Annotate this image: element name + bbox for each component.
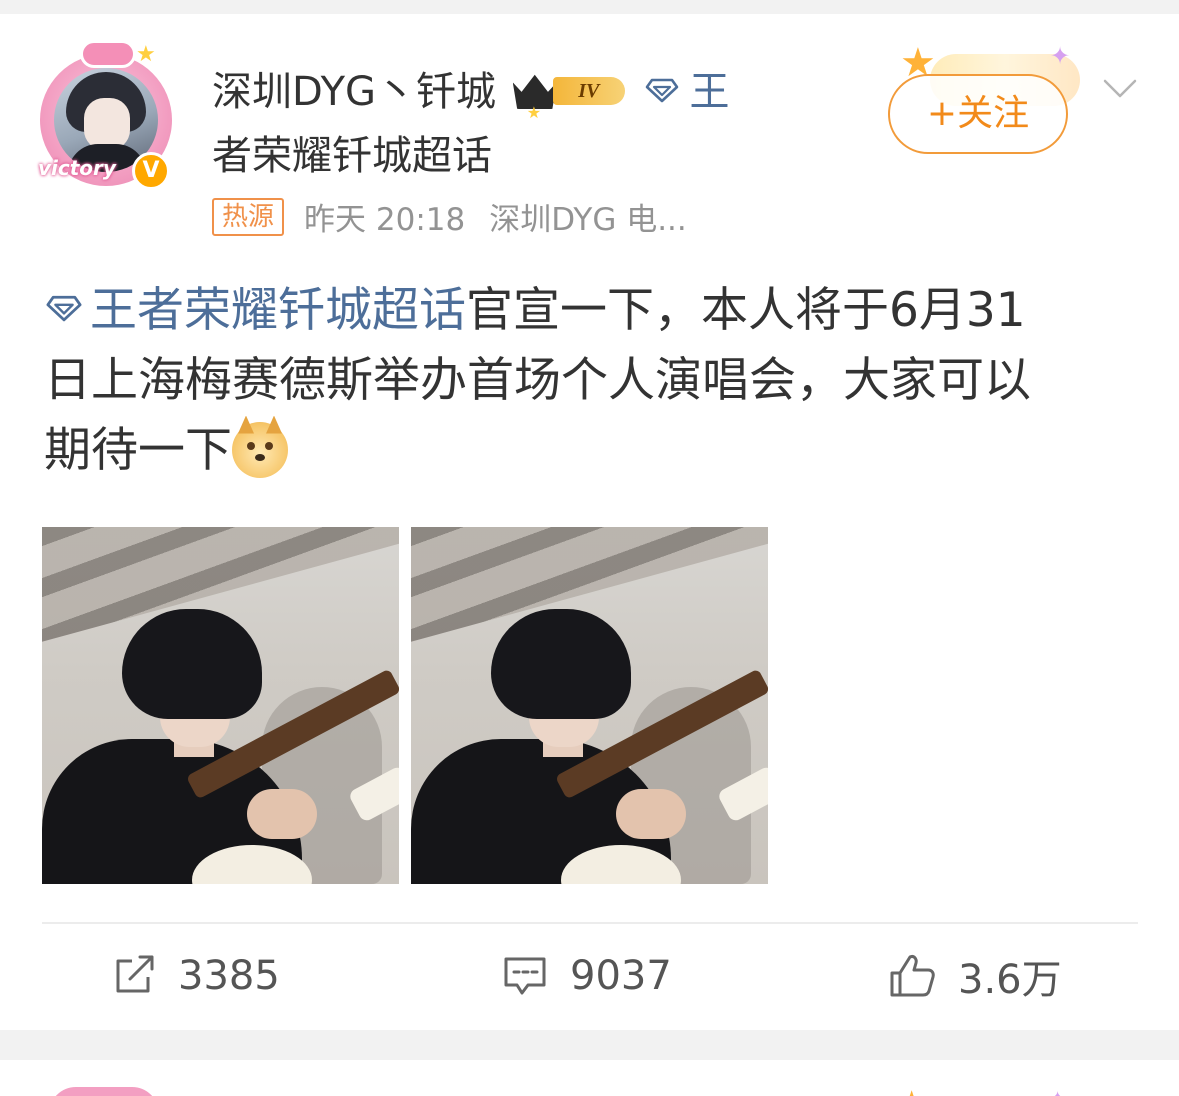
sparkle-icon: ✦ (1050, 1088, 1065, 1096)
member-level-badge[interactable]: ★ IV (512, 71, 625, 122)
repost-count: 3385 (178, 953, 280, 999)
comment-button[interactable]: 9037 (502, 946, 672, 1006)
avatar[interactable] (46, 1084, 162, 1096)
chevron-down-icon[interactable] (1102, 70, 1138, 106)
author-topic-line1: 王 (689, 69, 730, 115)
author-topic-link[interactable]: 王 (645, 69, 729, 115)
like-count: 3.6万 (958, 957, 1062, 1003)
top-gap (0, 0, 1179, 14)
star-icon: ★ (136, 42, 156, 67)
comment-icon (504, 957, 546, 995)
author-header: 深圳DYG丶钎城 ★ IV 王 者荣耀钎城超话 (212, 60, 782, 188)
verified-badge-icon: V (132, 152, 170, 190)
follow-button[interactable]: +关注 (888, 74, 1068, 154)
topic-link-text: 王者荣耀钎城超话 (90, 283, 466, 338)
next-post-card[interactable]: ★ ✦ (0, 1060, 1179, 1096)
level-label: IV (552, 77, 625, 105)
post-image-2[interactable] (411, 527, 768, 884)
doge-emoji-icon (232, 415, 288, 478)
hot-badge: 热源 (212, 197, 285, 236)
post-text-line1: 官宣一下，本人将于6月31 (466, 283, 1026, 338)
bow-decoration-icon (80, 40, 136, 68)
avatar[interactable]: ★ victory V (36, 40, 176, 190)
diamond-icon (646, 78, 679, 103)
avatar-caption: victory (38, 156, 116, 180)
sparkle-icon: ✦ (1050, 42, 1071, 70)
diamond-icon (46, 295, 82, 321)
post-text-line3: 期待一下 (44, 423, 232, 478)
repost-icon (116, 955, 154, 993)
author-topic-line2[interactable]: 者荣耀钎城超话 (212, 133, 492, 179)
comment-count: 9037 (570, 953, 672, 999)
thumbs-up-icon (890, 955, 935, 997)
post-text-line2: 日上海梅赛德斯举办首场个人演唱会，大家可以 (44, 353, 1031, 408)
repost-button[interactable]: 3385 (112, 946, 280, 1006)
star-icon: ★ (900, 1086, 923, 1096)
post-meta: 热源 昨天 20:18 深圳DYG 电... (212, 194, 687, 239)
post-image-1[interactable] (42, 527, 399, 884)
author-name[interactable]: 深圳DYG丶钎城 (212, 69, 496, 115)
post-text: 王者荣耀钎城超话官宣一下，本人将于6月31 日上海梅赛德斯举办首场个人演唱会，大… (44, 276, 1134, 486)
post-time: 昨天 20:18 (304, 202, 466, 238)
post-source: 深圳DYG 电... (489, 202, 687, 238)
like-button[interactable]: 3.6万 (888, 946, 1062, 1006)
post-topic-link[interactable]: 王者荣耀钎城超话 (44, 283, 466, 338)
divider (42, 922, 1138, 924)
feed-gap (0, 1030, 1179, 1060)
weibo-post-card: ★ victory V 深圳DYG丶钎城 ★ IV 王 者荣耀钎城超话 热源 昨 (0, 14, 1179, 1030)
